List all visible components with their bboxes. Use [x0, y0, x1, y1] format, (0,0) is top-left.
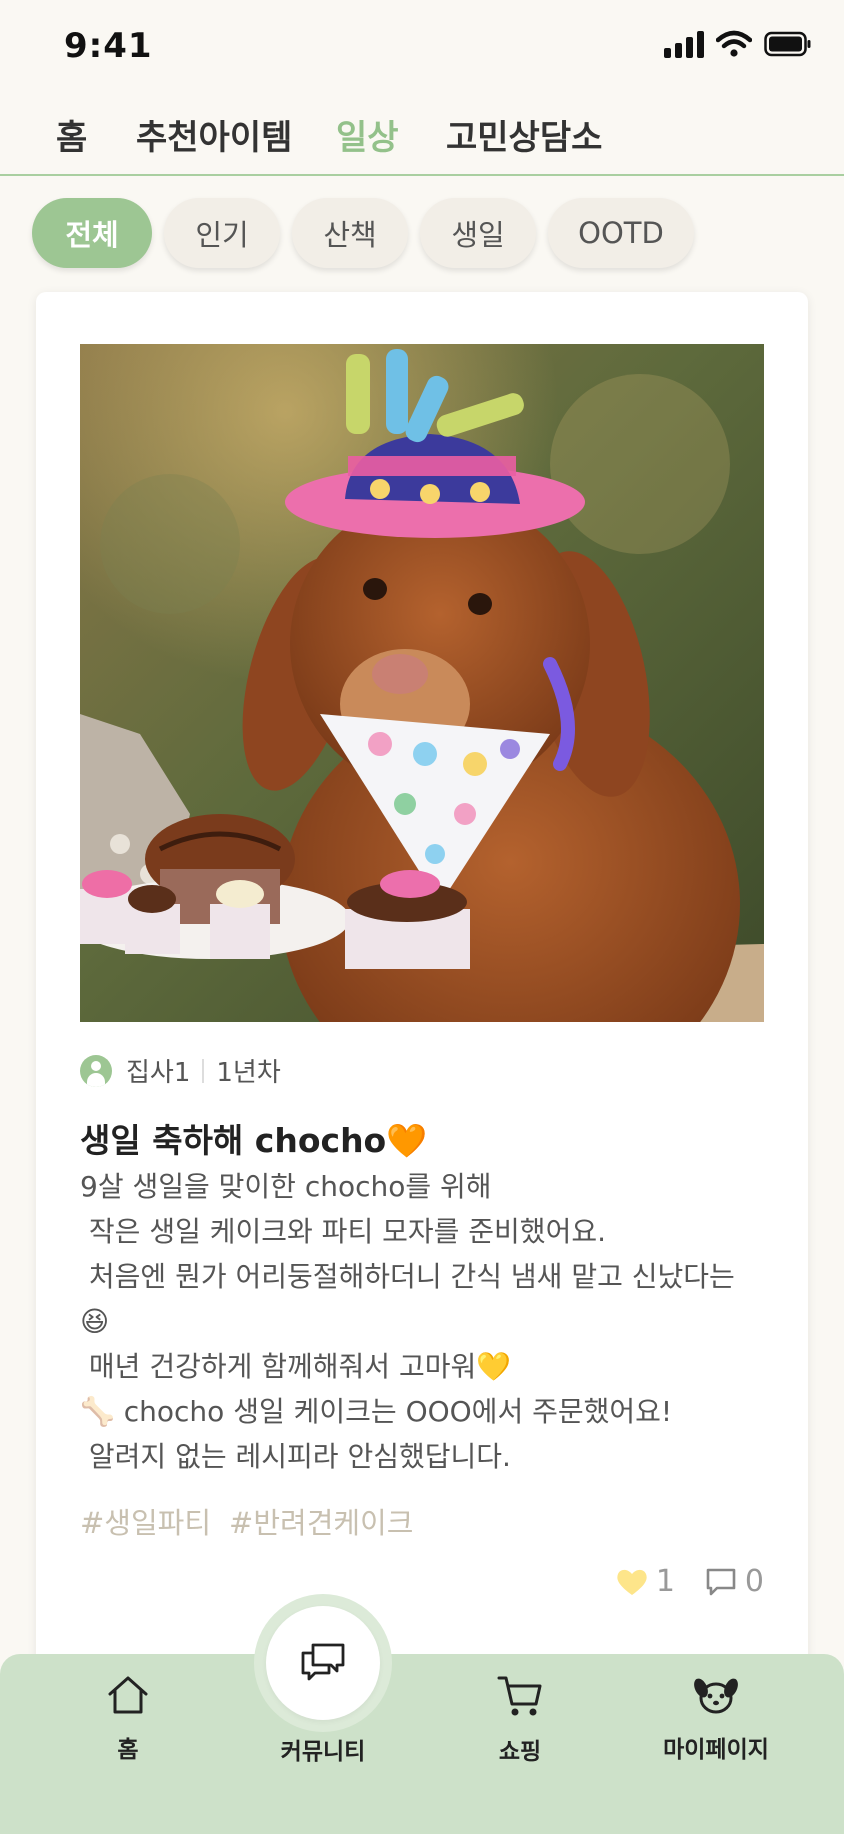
- post-title: 생일 축하해 chocho🧡: [80, 1121, 428, 1160]
- author-name: 집사1: [126, 1058, 191, 1088]
- nav-community-label: 커뮤니티: [280, 1739, 366, 1765]
- filter-birthday[interactable]: 생일: [420, 198, 536, 268]
- home-icon: [108, 1676, 148, 1714]
- cellular-signal-icon: [664, 30, 704, 58]
- post-stats: 1 0: [616, 1564, 764, 1599]
- post-body-line: 알려지 없는 레시피라 안심했답니다.: [80, 1440, 511, 1473]
- author-experience: 1년차: [216, 1058, 281, 1088]
- bottom-nav: 홈 쇼핑 마이페이지: [0, 1654, 844, 1834]
- filter-walk[interactable]: 산책: [292, 198, 408, 268]
- heart-icon[interactable]: [616, 1568, 648, 1596]
- post-body-line: 9살 생일을 맞이한 chocho를 위해: [80, 1170, 492, 1203]
- user-avatar-icon: [80, 1054, 112, 1087]
- hashtag[interactable]: #반려견케이크: [229, 1500, 413, 1542]
- nav-home-label: 홈: [117, 1737, 139, 1763]
- comment-icon[interactable]: [705, 1567, 737, 1597]
- tab-advice[interactable]: 고민상담소: [446, 110, 602, 159]
- post-photo[interactable]: [80, 344, 764, 1022]
- divider: [202, 1058, 205, 1083]
- post-body-line: 🦴 chocho 생일 케이크는 OOO에서 주문했어요!: [80, 1395, 673, 1428]
- nav-mypage[interactable]: 마이페이지: [636, 1654, 796, 1774]
- post-tags: #생일파티 #반려견케이크: [80, 1500, 413, 1542]
- filter-all[interactable]: 전체: [32, 198, 152, 268]
- post-body-line: 😆: [80, 1305, 110, 1338]
- nav-community-button[interactable]: [266, 1606, 380, 1720]
- post-body-line: 처음엔 뭔가 어리둥절해하더니 간식 냄새 맡고 신났다는: [80, 1260, 735, 1293]
- post-card[interactable]: 집사1 1년차 생일 축하해 chocho🧡 9살 생일을 맞이한 chocho…: [36, 292, 808, 1672]
- wifi-icon: [716, 30, 752, 57]
- filter-popular[interactable]: 인기: [164, 198, 280, 268]
- post-author[interactable]: 집사1 1년차: [80, 1052, 281, 1089]
- tab-recommended-items[interactable]: 추천아이템: [136, 110, 292, 159]
- status-bar: 9:41: [0, 0, 844, 96]
- post-body: 9살 생일을 맞이한 chocho를 위해 작은 생일 케이크와 파티 모자를 …: [80, 1164, 780, 1479]
- like-count: 1: [655, 1564, 675, 1599]
- top-tab-bar: 홈 추천아이템 일상 고민상담소: [0, 96, 844, 176]
- nav-shopping[interactable]: 쇼핑: [440, 1654, 600, 1774]
- hashtag[interactable]: #생일파티: [80, 1500, 211, 1542]
- post-body-line: 작은 생일 케이크와 파티 모자를 준비했어요.: [80, 1215, 606, 1248]
- post-body-line: 매년 건강하게 함께해줘서 고마워💛: [80, 1350, 512, 1383]
- dog-face-icon: [694, 1678, 738, 1714]
- filter-ootd[interactable]: OOTD: [548, 198, 694, 268]
- cart-icon: [497, 1676, 542, 1716]
- dog-birthday-photo: [80, 344, 764, 1022]
- status-time: 9:41: [64, 26, 153, 66]
- nav-mypage-label: 마이페이지: [663, 1737, 769, 1763]
- nav-shopping-label: 쇼핑: [498, 1739, 542, 1765]
- nav-home[interactable]: 홈: [48, 1654, 208, 1774]
- tab-daily[interactable]: 일상: [336, 110, 399, 159]
- battery-icon: [764, 31, 811, 57]
- chat-icon: [301, 1643, 345, 1681]
- filter-chips: 전체 인기 산책 생일 OOTD: [32, 198, 694, 268]
- status-icons: [664, 30, 812, 58]
- comment-count: 0: [744, 1564, 764, 1599]
- tab-home[interactable]: 홈: [56, 110, 87, 159]
